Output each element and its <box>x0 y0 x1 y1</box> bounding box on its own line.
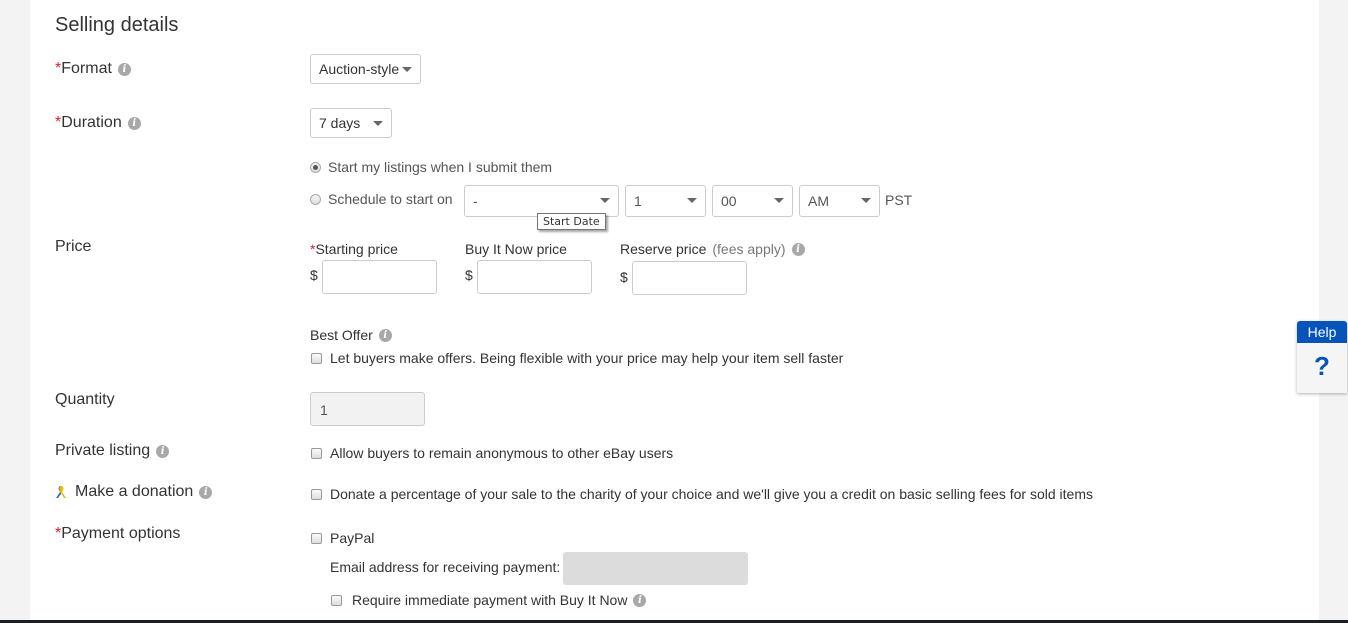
charity-ribbon-icon <box>56 486 66 498</box>
chevron-down-icon <box>774 198 784 203</box>
info-icon[interactable]: i <box>633 593 647 607</box>
fees-apply-note: (fees apply) <box>712 241 786 257</box>
reserve-price-input[interactable] <box>632 261 747 295</box>
format-select[interactable]: Auction-style <box>310 54 421 84</box>
quantity-label: Quantity <box>55 391 115 408</box>
schedule-label: Schedule to start on <box>328 191 453 207</box>
chevron-down-icon <box>373 121 383 126</box>
private-listing-checkbox[interactable] <box>311 447 322 459</box>
private-listing-label-text: Private listing <box>55 442 151 459</box>
quantity-input[interactable]: 1 <box>310 392 425 426</box>
payment-options-label: * Payment options <box>55 525 180 543</box>
timezone-label: PST <box>885 192 913 208</box>
buy-it-now-price-input[interactable] <box>477 260 592 294</box>
start-immediately-radio[interactable] <box>310 161 321 173</box>
info-icon[interactable]: i <box>127 116 141 130</box>
paypal-label: PayPal <box>330 530 375 546</box>
currency-symbol: $ <box>465 267 473 283</box>
reserve-price-label-text: Reserve price <box>620 241 707 257</box>
help-widget[interactable]: Help ? <box>1297 321 1347 393</box>
info-icon[interactable]: i <box>378 328 392 342</box>
format-label-text: Format <box>61 60 112 77</box>
chevron-down-icon <box>402 67 412 72</box>
format-label: * Format i <box>55 60 131 78</box>
start-date-value: - <box>473 193 478 209</box>
start-hour-value: 1 <box>634 193 642 209</box>
paypal-email-input[interactable] <box>563 552 748 585</box>
start-immediately-label: Start my listings when I submit them <box>328 159 553 175</box>
start-ampm-value: AM <box>808 193 829 209</box>
section-title: Selling details <box>55 14 179 36</box>
help-label[interactable]: Help <box>1297 321 1347 343</box>
chevron-down-icon <box>600 198 610 203</box>
currency-symbol: $ <box>310 267 318 283</box>
donation-option[interactable]: Donate a percentage of your sale to the … <box>311 486 1093 502</box>
payment-options-label-text: Payment options <box>61 525 181 542</box>
paypal-checkbox[interactable] <box>311 532 322 544</box>
donation-label: Make a donation i <box>55 483 213 501</box>
duration-label: * Duration i <box>55 114 141 132</box>
info-icon[interactable]: i <box>156 444 170 458</box>
start-hour-select[interactable]: 1 <box>625 185 706 217</box>
starting-price-label-text: Starting price <box>315 241 398 257</box>
best-offer-checkbox-label: Let buyers make offers. Being flexible w… <box>330 350 844 366</box>
start-minute-value: 00 <box>721 193 737 209</box>
start-minute-select[interactable]: 00 <box>712 185 793 217</box>
donation-checkbox-label: Donate a percentage of your sale to the … <box>330 486 1093 502</box>
private-listing-label: Private listing i <box>55 442 170 460</box>
info-icon[interactable]: i <box>199 485 213 499</box>
immediate-payment-label: Require immediate payment with Buy It No… <box>352 592 628 608</box>
best-offer-option[interactable]: Let buyers make offers. Being flexible w… <box>311 350 843 366</box>
chevron-down-icon <box>687 198 697 203</box>
schedule-option[interactable]: Schedule to start on <box>310 191 453 207</box>
best-offer-checkbox[interactable] <box>311 352 322 364</box>
start-ampm-select[interactable]: AM <box>799 185 880 217</box>
buy-it-now-price-label: Buy It Now price <box>465 241 567 257</box>
info-icon[interactable]: i <box>117 62 131 76</box>
immediate-payment-checkbox[interactable] <box>331 594 342 606</box>
question-mark-icon[interactable]: ? <box>1297 343 1347 389</box>
chevron-down-icon <box>861 198 871 203</box>
donation-checkbox[interactable] <box>311 488 322 500</box>
immediate-payment-option[interactable]: Require immediate payment with Buy It No… <box>331 592 647 608</box>
starting-price-input[interactable] <box>322 260 437 294</box>
paypal-option[interactable]: PayPal <box>311 530 374 546</box>
schedule-radio[interactable] <box>310 193 321 205</box>
best-offer-label-text: Best Offer <box>310 327 373 343</box>
format-value: Auction-style <box>319 61 400 77</box>
duration-label-text: Duration <box>61 114 122 131</box>
donation-label-text: Make a donation <box>75 483 194 500</box>
currency-symbol: $ <box>620 269 628 285</box>
start-immediately-option[interactable]: Start my listings when I submit them <box>310 159 552 175</box>
paypal-email-label: Email address for receiving payment: <box>330 559 561 575</box>
best-offer-label: Best Offer i <box>310 327 392 343</box>
price-label: Price <box>55 238 92 255</box>
duration-select[interactable]: 7 days <box>310 108 392 138</box>
selling-details-panel: Selling details * Format i Auction-style *… <box>30 0 1319 620</box>
private-listing-option[interactable]: Allow buyers to remain anonymous to othe… <box>311 445 673 461</box>
start-date-tooltip: Start Date <box>537 213 606 230</box>
starting-price-label: *Starting price <box>310 241 398 257</box>
reserve-price-label: Reserve price (fees apply) i <box>620 241 805 257</box>
info-icon[interactable]: i <box>791 242 805 256</box>
private-listing-checkbox-label: Allow buyers to remain anonymous to othe… <box>330 445 674 461</box>
duration-value: 7 days <box>319 115 361 131</box>
